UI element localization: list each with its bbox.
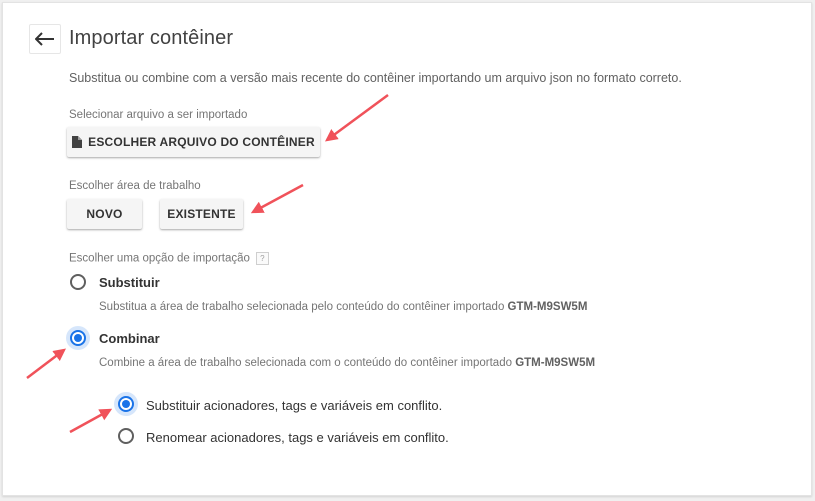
annotation-arrow-existing <box>250 183 304 214</box>
annotation-arrow-substituir-conflito <box>69 408 113 434</box>
annotation-arrow-file <box>324 93 389 142</box>
annotation-arrows <box>26 93 389 434</box>
annotation-arrow-combinar <box>26 348 66 379</box>
